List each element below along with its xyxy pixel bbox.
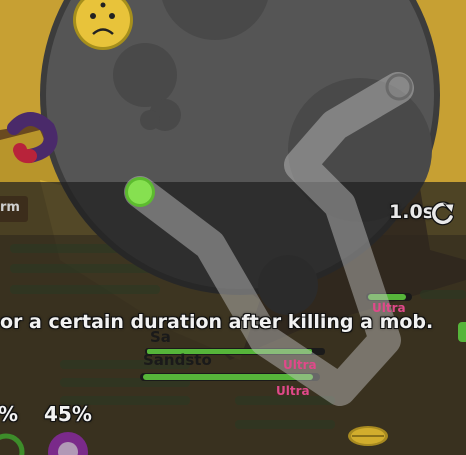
ability-description: or a certain duration after killing a mo… — [0, 311, 434, 333]
joystick-dot-icon[interactable] — [125, 177, 155, 207]
mob-name-2: Sandsto — [143, 351, 212, 369]
cooldown-timer: 1.0s — [389, 201, 434, 223]
percent-45: 45% — [44, 402, 92, 426]
leaf-icon — [348, 426, 388, 446]
rarity-label-1: Ultra — [372, 301, 406, 315]
rarity-label-2: Ultra — [283, 358, 317, 372]
rarity-label-3: Ultra — [276, 384, 310, 398]
game-scene — [0, 0, 466, 455]
reload-icon[interactable] — [430, 200, 456, 226]
chip-label: rm — [0, 200, 20, 215]
percent-left: % — [0, 402, 19, 426]
mob-name-1: Sa — [150, 328, 171, 346]
